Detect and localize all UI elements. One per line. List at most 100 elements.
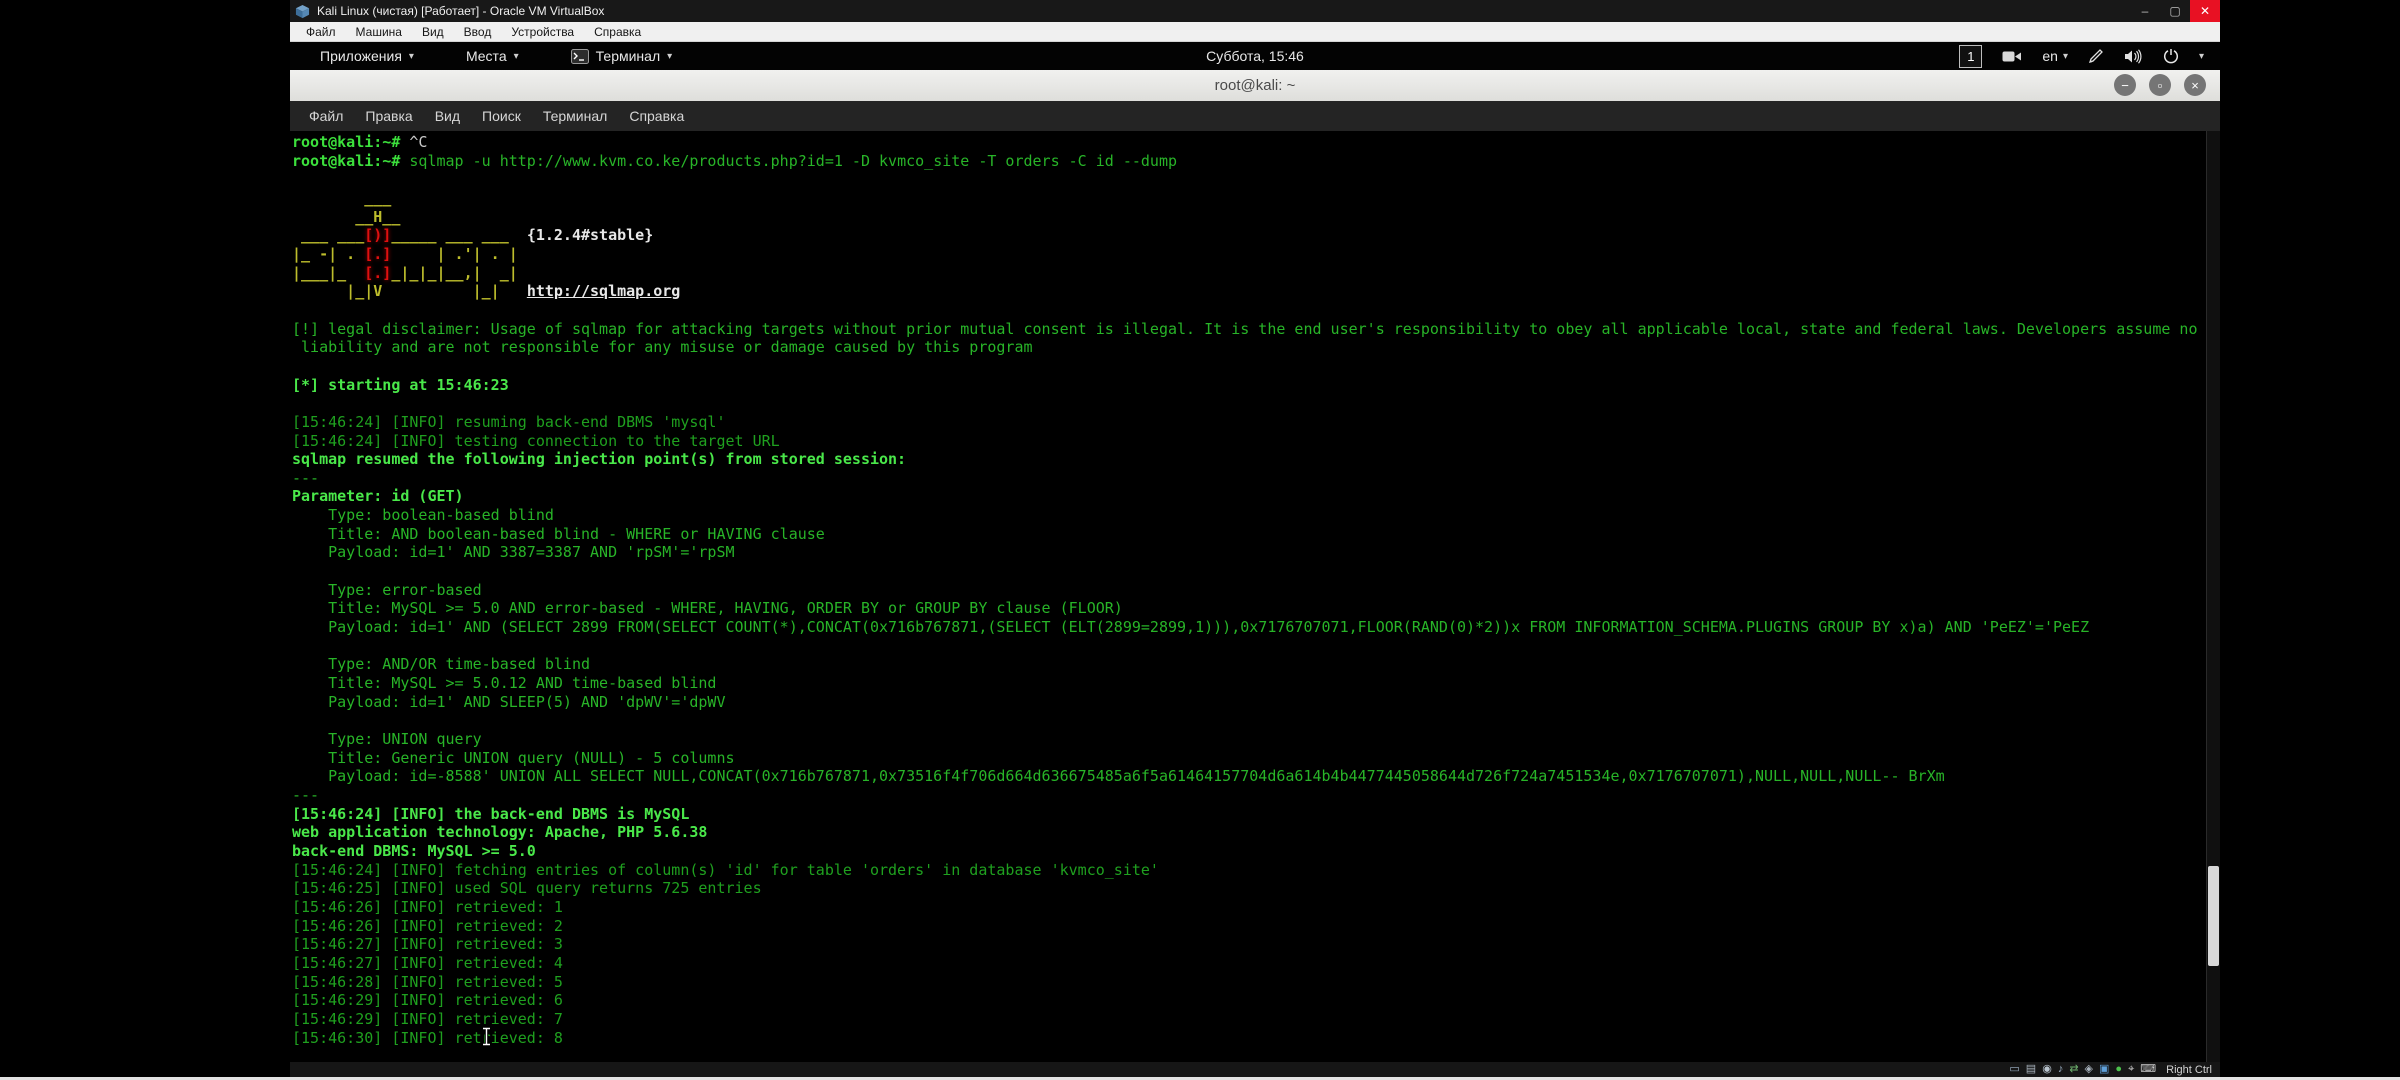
terminal-line: [15:46:25] [INFO] used SQL query returns…: [292, 879, 2204, 898]
chevron-down-icon: ▾: [514, 51, 519, 62]
hdd-icon[interactable]: ▤: [2026, 1064, 2036, 1075]
optical-disk-icon[interactable]: ◉: [2042, 1064, 2052, 1075]
vbox-maximize-button[interactable]: ▢: [2160, 0, 2190, 22]
terminal-menu-edit[interactable]: Правка: [354, 108, 423, 124]
terminal-line: [15:46:27] [INFO] retrieved: 3: [292, 935, 2204, 954]
terminal-menu-help[interactable]: Справка: [618, 108, 695, 124]
terminal-line: Payload: id=1' AND (SELECT 2899 FROM(SEL…: [292, 618, 2204, 637]
screen-recorder-icon[interactable]: [2002, 50, 2022, 63]
terminal-menu-view[interactable]: Вид: [424, 108, 471, 124]
vbox-minimize-button[interactable]: –: [2130, 0, 2160, 22]
network-icon[interactable]: ⇄: [2069, 1064, 2078, 1075]
vbox-menu-machine[interactable]: Машина: [346, 25, 412, 39]
terminal-minimize-button[interactable]: −: [2114, 74, 2136, 96]
terminal-line: Type: boolean-based blind: [292, 506, 2204, 525]
terminal-line: liability and are not responsible for an…: [292, 338, 2204, 357]
terminal-line: Payload: id=-8588' UNION ALL SELECT NULL…: [292, 767, 2204, 786]
terminal-menubar: Файл Правка Вид Поиск Терминал Справка: [290, 101, 2220, 132]
terminal-app-menu[interactable]: Терминал ▾: [571, 48, 673, 64]
pen-tool-icon[interactable]: [2088, 48, 2104, 64]
terminal-line: ___ ___[)]_____ ___ ___ {1.2.4#stable}: [292, 226, 2204, 245]
terminal-line: Type: AND/OR time-based blind: [292, 655, 2204, 674]
terminal-line: Type: error-based: [292, 581, 2204, 600]
terminal-close-button[interactable]: ×: [2184, 74, 2206, 96]
power-icon[interactable]: [2163, 48, 2179, 64]
vbox-statusbar: ▭ ▤ ◉ ♪ ⇄ ◈ ▣ ● ⌖ ⌨ Right Ctrl: [290, 1062, 2220, 1077]
vbox-menu-devices[interactable]: Устройства: [501, 25, 584, 39]
chevron-down-icon: ▾: [667, 51, 672, 62]
virtualbox-window: Kali Linux (чистая) [Работает] - Oracle …: [290, 0, 2220, 1077]
terminal-output: root@kali:~# ^Croot@kali:~# sqlmap -u ht…: [292, 133, 2204, 1047]
vbox-menu-input[interactable]: Ввод: [454, 25, 502, 39]
terminal-titlebar[interactable]: root@kali: ~ − ▫ ×: [290, 70, 2220, 102]
terminal-scrollbar[interactable]: [2206, 131, 2220, 1062]
terminal-line: Title: MySQL >= 5.0.12 AND time-based bl…: [292, 674, 2204, 693]
keyboard-layout-indicator[interactable]: en ▾: [2042, 48, 2068, 64]
terminal-line: Title: Generic UNION query (NULL) - 5 co…: [292, 749, 2204, 768]
terminal-line: Title: AND boolean-based blind - WHERE o…: [292, 525, 2204, 544]
terminal-line: [292, 562, 2204, 581]
terminal-scrollbar-handle[interactable]: [2208, 866, 2219, 966]
terminal-line: Payload: id=1' AND SLEEP(5) AND 'dpWV'='…: [292, 693, 2204, 712]
terminal-line: |_|V |_| http://sqlmap.org: [292, 282, 2204, 301]
terminal-line: ---: [292, 786, 2204, 805]
terminal-menu-file[interactable]: Файл: [298, 108, 354, 124]
applications-label: Приложения: [320, 48, 402, 64]
kali-top-panel: Приложения ▾ Места ▾ Терминал: [290, 42, 2220, 70]
terminal-line: __H__: [292, 208, 2204, 227]
terminal-line: web application technology: Apache, PHP …: [292, 823, 2204, 842]
screen: Kali Linux (чистая) [Работает] - Oracle …: [0, 0, 2400, 1080]
terminal-menu-search[interactable]: Поиск: [471, 108, 532, 124]
display-icon[interactable]: ▭: [2009, 1064, 2019, 1075]
terminal-line: sqlmap resumed the following injection p…: [292, 450, 2204, 469]
host-key-indicator: Right Ctrl: [2166, 1064, 2212, 1076]
terminal-line: [15:46:29] [INFO] retrieved: 7: [292, 1010, 2204, 1029]
panel-clock[interactable]: Суббота, 15:46: [1206, 48, 1304, 64]
terminal-line: |_ -| . [.] | .'| . |: [292, 245, 2204, 264]
vbox-titlebar[interactable]: Kali Linux (чистая) [Работает] - Oracle …: [290, 0, 2220, 22]
terminal-line: [*] starting at 15:46:23: [292, 376, 2204, 395]
terminal-line: [292, 170, 2204, 189]
terminal-line: [15:46:28] [INFO] retrieved: 5: [292, 973, 2204, 992]
keyboard-icon[interactable]: ⌨: [2140, 1064, 2156, 1075]
terminal-line: [15:46:26] [INFO] retrieved: 1: [292, 898, 2204, 917]
vm-screen: Приложения ▾ Места ▾ Терминал: [290, 42, 2220, 1062]
virtualbox-logo-icon: [295, 4, 310, 19]
vbox-menu-help[interactable]: Справка: [584, 25, 651, 39]
terminal-line: Payload: id=1' AND 3387=3387 AND 'rpSM'=…: [292, 543, 2204, 562]
panel-right-group: 1 en ▾: [1959, 45, 2220, 68]
vbox-menu-file[interactable]: Файл: [296, 25, 346, 39]
volume-icon[interactable]: [2124, 49, 2143, 64]
terminal-body[interactable]: root@kali:~# ^Croot@kali:~# sqlmap -u ht…: [290, 131, 2220, 1062]
places-menu[interactable]: Места ▾: [466, 48, 519, 64]
terminal-menu-label: Терминал: [596, 48, 660, 64]
audio-icon[interactable]: ♪: [2058, 1064, 2064, 1075]
terminal-window-title: root@kali: ~: [1215, 77, 1296, 94]
shared-folders-icon[interactable]: ▣: [2099, 1064, 2109, 1075]
usb-icon[interactable]: ◈: [2085, 1064, 2093, 1075]
terminal-line: Parameter: id (GET): [292, 487, 2204, 506]
terminal-line: Title: MySQL >= 5.0 AND error-based - WH…: [292, 599, 2204, 618]
terminal-line: [15:46:30] [INFO] retrieved: 8: [292, 1029, 2204, 1048]
vbox-close-button[interactable]: ✕: [2190, 0, 2220, 22]
applications-menu[interactable]: Приложения ▾: [320, 48, 414, 64]
panel-left-group: Приложения ▾ Места ▾ Терминал: [320, 48, 724, 64]
text-cursor-pointer-icon: [481, 1027, 492, 1051]
terminal-line: [292, 357, 2204, 376]
terminal-line: [15:46:24] [INFO] testing connection to …: [292, 432, 2204, 451]
terminal-icon: [571, 49, 589, 64]
terminal-line: back-end DBMS: MySQL >= 5.0: [292, 842, 2204, 861]
terminal-menu-terminal[interactable]: Терминал: [532, 108, 618, 124]
workspace-switcher[interactable]: 1: [1959, 45, 1982, 68]
terminal-line: [15:46:24] [INFO] fetching entries of co…: [292, 861, 2204, 880]
recording-icon[interactable]: ●: [2115, 1064, 2122, 1075]
terminal-line: [15:46:27] [INFO] retrieved: 4: [292, 954, 2204, 973]
chevron-down-icon: ▾: [409, 51, 414, 62]
terminal-line: |___|_ [.]_|_|_|__,| _|: [292, 264, 2204, 283]
terminal-maximize-button[interactable]: ▫: [2149, 74, 2171, 96]
terminal-line: [292, 301, 2204, 320]
mouse-integration-icon[interactable]: ⌖: [2128, 1064, 2134, 1075]
panel-overflow-chevron-icon[interactable]: ▾: [2199, 51, 2204, 62]
chevron-down-icon: ▾: [2063, 51, 2068, 62]
vbox-menu-view[interactable]: Вид: [412, 25, 454, 39]
